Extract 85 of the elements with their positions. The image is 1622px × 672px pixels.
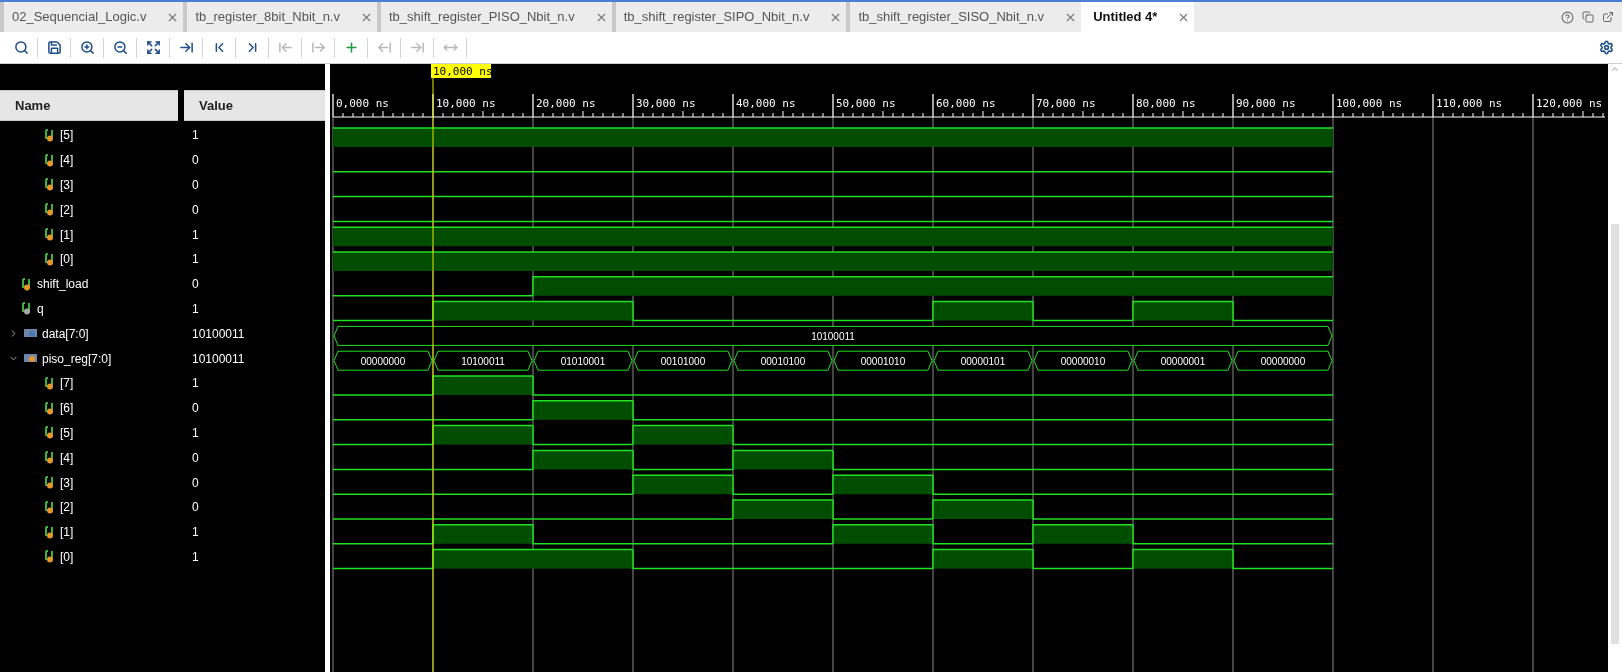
- plus-icon: [343, 40, 359, 55]
- help-icon[interactable]: [1561, 10, 1574, 24]
- signal-value: 0: [192, 201, 199, 219]
- bus-segment: 00000010: [1033, 350, 1133, 371]
- signal-name[interactable]: [1]: [0, 519, 178, 545]
- restore-icon[interactable]: [1582, 11, 1594, 23]
- signal-name[interactable]: q: [0, 296, 178, 322]
- signal-name[interactable]: [7]: [0, 370, 178, 396]
- signal-name[interactable]: [4]: [0, 147, 178, 173]
- signal-value: 1: [192, 524, 199, 542]
- time-label: 120,000 ns: [1536, 97, 1603, 110]
- bus-segment: 00101000: [633, 350, 733, 371]
- zoom-out-icon: [112, 40, 128, 55]
- cursor-label: 10,000 ns: [431, 64, 493, 78]
- signal-value: 0: [192, 152, 199, 170]
- signal-value: 1: [192, 548, 199, 566]
- signal-value: 1: [192, 127, 199, 145]
- arrow-left-line-icon: [376, 40, 392, 55]
- bus-segment: 00010100: [733, 350, 833, 371]
- signal-value: 1: [192, 375, 199, 393]
- expand-icon: [145, 40, 161, 55]
- editor-tab[interactable]: Untitled 4*: [1081, 2, 1195, 32]
- time-label: 0,000 ns: [336, 97, 389, 110]
- signal-value: 10100011: [192, 350, 245, 368]
- signal-value: 10100011: [192, 325, 245, 343]
- editor-tab[interactable]: tb_register_8bit_Nbit_n.v: [183, 2, 377, 32]
- editor-tab[interactable]: 02_Sequencial_Logic.v: [0, 2, 184, 32]
- time-label: 100,000 ns: [1336, 97, 1403, 110]
- time-label: 70,000 ns: [1036, 97, 1096, 110]
- editor-tab[interactable]: tb_shift_register_PISO_Nbit_n.v: [376, 2, 612, 32]
- signal-name[interactable]: [1]: [0, 222, 178, 247]
- bus-segment: 00000000: [1233, 350, 1333, 371]
- signal-value: 1: [192, 424, 199, 442]
- arrow-to-line-icon: [178, 40, 194, 55]
- signal-value: 0: [192, 499, 199, 517]
- signal-name[interactable]: [3]: [0, 470, 178, 495]
- time-label: 80,000 ns: [1136, 97, 1196, 110]
- signal-value: 1: [192, 226, 199, 244]
- signal-value: 1: [192, 251, 199, 269]
- signal-name[interactable]: [3]: [0, 172, 178, 198]
- save-icon: [46, 40, 62, 55]
- time-label: 20,000 ns: [536, 97, 596, 110]
- signal-name[interactable]: [2]: [0, 494, 178, 520]
- cursor-line[interactable]: [432, 77, 434, 672]
- time-label: 60,000 ns: [936, 97, 996, 110]
- signal-value: 1: [192, 300, 199, 318]
- signal-name[interactable]: [5]: [0, 123, 178, 148]
- time-label: 90,000 ns: [1236, 97, 1296, 110]
- bus-segment: 10100011: [433, 350, 533, 371]
- pop-out-icon[interactable]: [1602, 11, 1614, 23]
- column-header[interactable]: Name: [0, 90, 178, 121]
- signal-name[interactable]: piso_reg[7:0]: [0, 346, 178, 371]
- bus-segment: 00000101: [933, 350, 1033, 371]
- bus-segment: 10100011: [333, 325, 1333, 346]
- signal-name[interactable]: [4]: [0, 445, 178, 471]
- signal-name[interactable]: [0]: [0, 247, 178, 272]
- signal-name[interactable]: [6]: [0, 395, 178, 421]
- signal-value: 0: [192, 177, 199, 194]
- zoom-in-icon: [79, 40, 95, 55]
- signal-name[interactable]: [0]: [0, 544, 178, 570]
- bus-segment: 00001010: [833, 350, 933, 371]
- signal-name[interactable]: [5]: [0, 420, 178, 446]
- bus-segment: 00000001: [1133, 350, 1233, 371]
- signal-name[interactable]: data[7:0]: [0, 321, 178, 347]
- signal-value: 0: [192, 400, 199, 418]
- signal-name[interactable]: shift_load: [0, 271, 178, 297]
- arrow-left-line-icon: [277, 40, 293, 55]
- time-label: 40,000 ns: [736, 97, 796, 110]
- signal-value: 0: [192, 276, 199, 294]
- settings-icon[interactable]: [1599, 40, 1614, 55]
- editor-tab[interactable]: tb_shift_register_SIPO_Nbit_n.v: [611, 2, 847, 32]
- search-icon: [13, 40, 29, 55]
- time-label: 50,000 ns: [836, 97, 896, 110]
- time-label: 10,000 ns: [436, 97, 496, 110]
- time-label: 30,000 ns: [636, 97, 696, 110]
- column-header[interactable]: Value: [184, 90, 325, 121]
- signal-name[interactable]: [2]: [0, 197, 178, 223]
- scrollbar-thumb[interactable]: [1611, 224, 1619, 644]
- bus-segment: 01010001: [533, 350, 633, 371]
- arrow-right-line-icon: [409, 40, 425, 55]
- signal-value: 0: [192, 449, 199, 467]
- bus-segment: 00000000: [333, 350, 433, 371]
- time-label: 110,000 ns: [1436, 97, 1503, 110]
- scroll-up-icon[interactable]: [1610, 64, 1620, 74]
- signal-value: 0: [192, 474, 199, 492]
